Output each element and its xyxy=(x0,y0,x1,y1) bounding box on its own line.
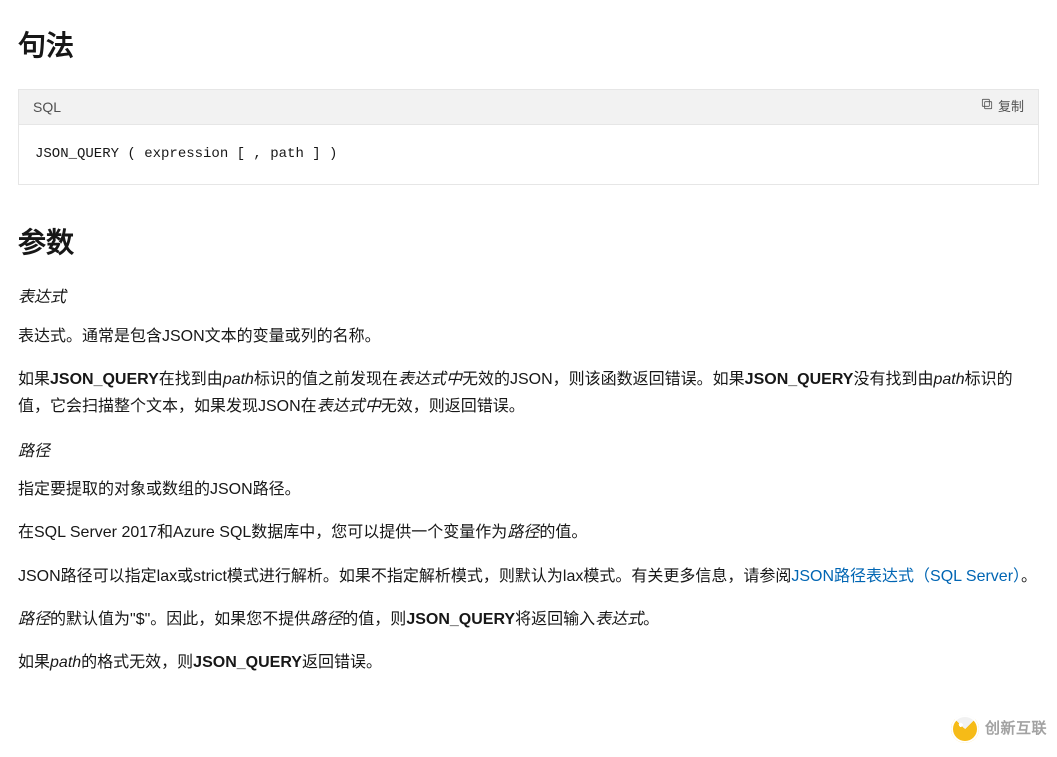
json-query-keyword: JSON_QUERY xyxy=(406,611,515,628)
copy-button[interactable]: 复制 xyxy=(980,97,1024,118)
json-query-keyword: JSON_QUERY xyxy=(745,371,854,388)
watermark: 创新互联 xyxy=(951,715,1047,743)
param-expression-detail: 如果JSON_QUERY在找到由path标识的值之前发现在表达式中无效的JSON… xyxy=(18,366,1039,420)
watermark-text: 创新互联 xyxy=(985,717,1047,741)
code-block: SQL 复制 JSON_QUERY ( expression [ , path … xyxy=(18,89,1039,185)
params-heading: 参数 xyxy=(18,221,1039,266)
watermark-icon xyxy=(951,715,979,743)
param-path-default: 路径的默认值为"$"。因此，如果您不提供路径的值，则JSON_QUERY将返回输… xyxy=(18,606,1039,633)
param-path-mode: JSON路径可以指定lax或strict模式进行解析。如果不指定解析模式，则默认… xyxy=(18,563,1039,590)
code-content: JSON_QUERY ( expression [ , path ] ) xyxy=(19,125,1038,183)
code-lang-label: SQL xyxy=(33,96,61,118)
param-path-term: 路径 xyxy=(18,439,1039,465)
param-expression-term: 表达式 xyxy=(18,285,1039,311)
code-block-header: SQL 复制 xyxy=(19,90,1038,125)
copy-label: 复制 xyxy=(998,97,1024,118)
param-path-var: 在SQL Server 2017和Azure SQL数据库中，您可以提供一个变量… xyxy=(18,519,1039,546)
param-path-desc: 指定要提取的对象或数组的JSON路径。 xyxy=(18,476,1039,503)
copy-icon xyxy=(980,97,994,118)
param-path-error: 如果path的格式无效，则JSON_QUERY返回错误。 xyxy=(18,649,1039,676)
json-path-link[interactable]: JSON路径表达式（SQL Server） xyxy=(791,568,1021,585)
param-expression-desc: 表达式。通常是包含JSON文本的变量或列的名称。 xyxy=(18,323,1039,350)
json-query-keyword: JSON_QUERY xyxy=(50,371,159,388)
syntax-heading: 句法 xyxy=(18,24,1039,69)
json-query-keyword: JSON_QUERY xyxy=(193,654,302,671)
